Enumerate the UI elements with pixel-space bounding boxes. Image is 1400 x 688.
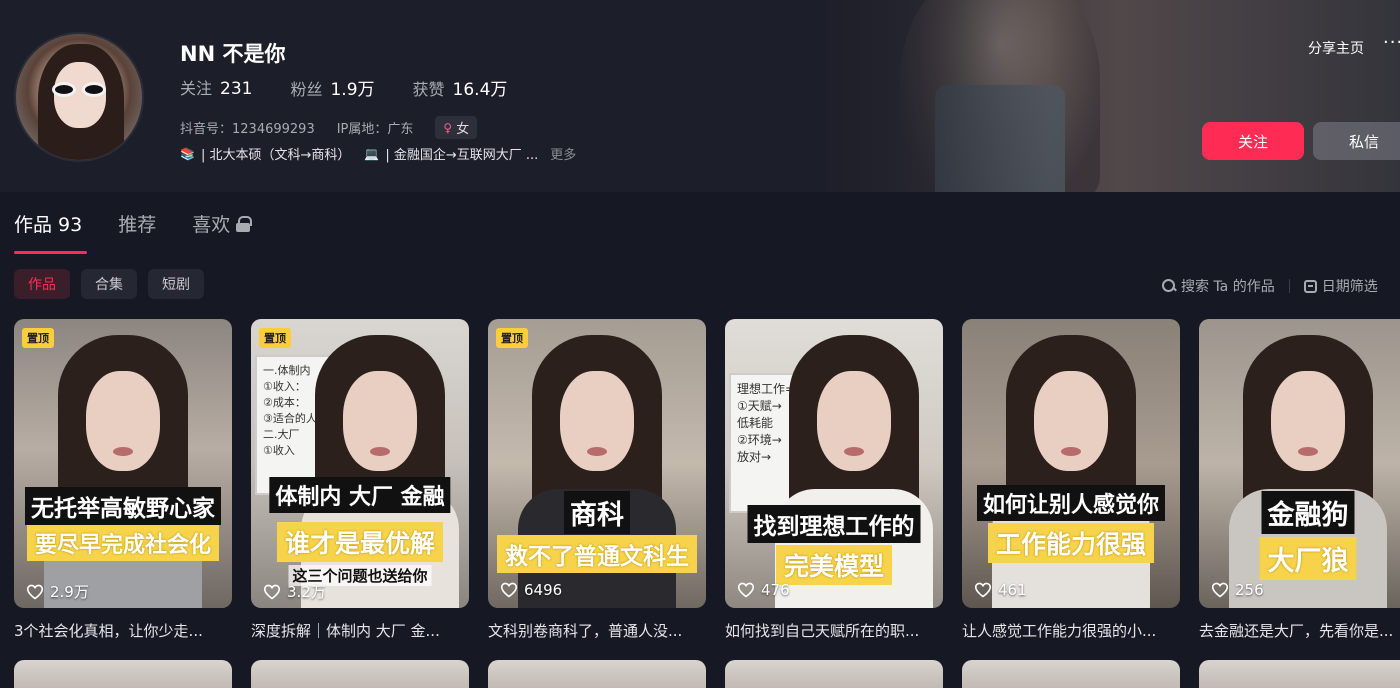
video-title[interactable]: 文科别卷商科了，普通人没... (488, 620, 706, 641)
caption-line-1: 如何让别人感觉你 (976, 485, 1166, 521)
caption-line-1: 找到理想工作的 (747, 505, 921, 543)
works-tools: 搜索 Ta 的作品 日期筛选 (1162, 276, 1378, 296)
video-card[interactable]: 如何让别人感觉你 工作能力很强 461 让人感觉工作能力很强的小... (962, 319, 1180, 641)
lock-icon (236, 215, 253, 232)
video-title[interactable]: 让人感觉工作能力很强的小... (962, 620, 1180, 641)
date-filter-button[interactable]: 日期筛选 (1303, 276, 1378, 296)
video-title[interactable]: 如何找到自己天赋所在的职... (725, 620, 943, 641)
gender-badge: ♀ 女 (435, 116, 478, 139)
stat-likes: 获赞 16.4万 (412, 80, 508, 100)
like-count: 461 (974, 581, 1027, 599)
profile-meta: 抖音号：1234699293 IP属地：广东 ♀ 女 (180, 116, 478, 139)
heart-icon (1211, 582, 1229, 598)
like-count: 476 (737, 581, 790, 599)
video-thumbnail[interactable]: 金融狗 大厂狼 256 (1199, 319, 1400, 608)
books-icon: 📚 (180, 146, 195, 161)
profile-stats: 关注 231 粉丝 1.9万 获赞 16.4万 (180, 75, 507, 100)
subtab-collections[interactable]: 合集 (81, 269, 137, 299)
pinned-badge: 置顶 (259, 328, 291, 348)
video-card[interactable]: 金融狗 大厂狼 256 去金融还是大厂，先看你是... (1199, 319, 1400, 641)
share-profile-button[interactable]: 分享主页 (1308, 38, 1364, 58)
like-count: 3.2万 (263, 581, 326, 602)
bio: 📚 | 北大本硕（文科→商科） 💻 | 金融国企→互联网大厂 ... 更多 (180, 144, 576, 164)
search-icon (1162, 279, 1176, 293)
video-title[interactable]: 深度拆解｜体制内 大厂 金... (251, 620, 469, 641)
tab-likes-label: 喜欢 (192, 214, 231, 236)
douyin-id: 抖音号：1234699293 (180, 122, 315, 137)
stat-followers[interactable]: 粉丝 1.9万 (290, 75, 374, 100)
heart-icon (263, 584, 281, 600)
video-grid: 置顶 无托举高敏野心家 要尽早完成社会化 2.9万 3个社会化真相，让你少走..… (14, 319, 1400, 641)
video-card[interactable]: 理想工作= ①天赋→ 低耗能 ②环境→ 放对→ 找到理想工作的 完美模型 476… (725, 319, 943, 641)
search-works-button[interactable]: 搜索 Ta 的作品 (1162, 276, 1275, 296)
bio-text-1: | 北大本硕（文科→商科） (200, 148, 351, 163)
heart-icon (737, 582, 755, 598)
video-card[interactable]: 置顶 无托举高敏野心家 要尽早完成社会化 2.9万 3个社会化真相，让你少走..… (14, 319, 232, 641)
video-thumbnail[interactable]: 理想工作= ①天赋→ 低耗能 ②环境→ 放对→ 找到理想工作的 完美模型 476 (725, 319, 943, 608)
video-thumbnail[interactable] (725, 660, 943, 688)
tab-works[interactable]: 作品 93 (14, 210, 82, 237)
video-thumbnail[interactable] (1199, 660, 1400, 688)
subtabs: 作品 合集 短剧 (14, 269, 204, 299)
caption-line-1: 金融狗 (1261, 491, 1355, 534)
caption-line-2: 救不了普通文科生 (497, 535, 697, 573)
pinned-badge: 置顶 (496, 328, 528, 348)
video-card[interactable]: 一.体制内 ①收入： ②成本： ③适合的人 二.大厂 ①收入 置顶 体制内 大厂… (251, 319, 469, 641)
like-count: 256 (1211, 581, 1264, 599)
subtab-short-dramas[interactable]: 短剧 (148, 269, 204, 299)
heart-icon (974, 582, 992, 598)
like-count: 2.9万 (26, 581, 89, 602)
laptop-icon: 💻 (364, 146, 380, 161)
stat-following[interactable]: 关注 231 (180, 75, 252, 100)
tab-recommend[interactable]: 推荐 (118, 210, 156, 237)
active-tab-indicator (14, 251, 87, 254)
bio-text-2: | 金融国企→互联网大厂 ... (385, 148, 539, 163)
caption-line-2: 谁才是最优解 (276, 522, 444, 562)
video-thumbnail[interactable]: 一.体制内 ①收入： ②成本： ③适合的人 二.大厂 ①收入 置顶 体制内 大厂… (251, 319, 469, 608)
video-thumbnail[interactable]: 如何让别人感觉你 工作能力很强 461 (962, 319, 1180, 608)
caption-line-1: 商科 (564, 491, 630, 534)
caption-line-2: 大厂狼 (1259, 537, 1357, 580)
video-title[interactable]: 3个社会化真相，让你少走... (14, 620, 232, 641)
video-title[interactable]: 去金融还是大厂，先看你是... (1199, 620, 1400, 641)
video-thumbnail[interactable] (251, 660, 469, 688)
video-thumbnail[interactable]: 置顶 商科 救不了普通文科生 6496 (488, 319, 706, 608)
profile-tabs: 作品 93 推荐 喜欢 (14, 210, 253, 237)
follow-button[interactable]: 关注 (1202, 122, 1304, 160)
caption-line-2: 要尽早完成社会化 (26, 525, 220, 561)
caption-line-2: 完美模型 (775, 545, 893, 585)
nickname: NN 不是你 (180, 42, 286, 66)
avatar[interactable] (14, 32, 144, 162)
heart-icon (500, 582, 518, 598)
female-icon: ♀ (443, 120, 453, 135)
subtab-works[interactable]: 作品 (14, 269, 70, 299)
caption-line-2: 工作能力很强 (987, 523, 1155, 563)
caption-line-1: 体制内 大厂 金融 (269, 477, 451, 513)
video-thumbnail[interactable] (14, 660, 232, 688)
video-thumbnail[interactable] (488, 660, 706, 688)
message-button[interactable]: 私信 (1313, 122, 1400, 160)
like-count: 6496 (500, 581, 562, 599)
pinned-badge: 置顶 (22, 328, 54, 348)
calendar-icon (1303, 279, 1317, 293)
more-options-icon[interactable]: ··· (1383, 32, 1400, 53)
video-thumbnail[interactable]: 置顶 无托举高敏野心家 要尽早完成社会化 2.9万 (14, 319, 232, 608)
video-card[interactable]: 置顶 商科 救不了普通文科生 6496 文科别卷商科了，普通人没... (488, 319, 706, 641)
video-thumbnail[interactable] (962, 660, 1180, 688)
caption-line-1: 无托举高敏野心家 (25, 487, 221, 525)
video-grid-row-2 (14, 660, 1400, 688)
profile-header: NN 不是你 关注 231 粉丝 1.9万 获赞 16.4万 抖音号：12346992… (0, 0, 1400, 192)
tab-likes[interactable]: 喜欢 (192, 210, 253, 237)
heart-icon (26, 584, 44, 600)
ip-location: IP属地：广东 (336, 122, 414, 137)
bio-more-link[interactable]: 更多 (550, 144, 576, 163)
